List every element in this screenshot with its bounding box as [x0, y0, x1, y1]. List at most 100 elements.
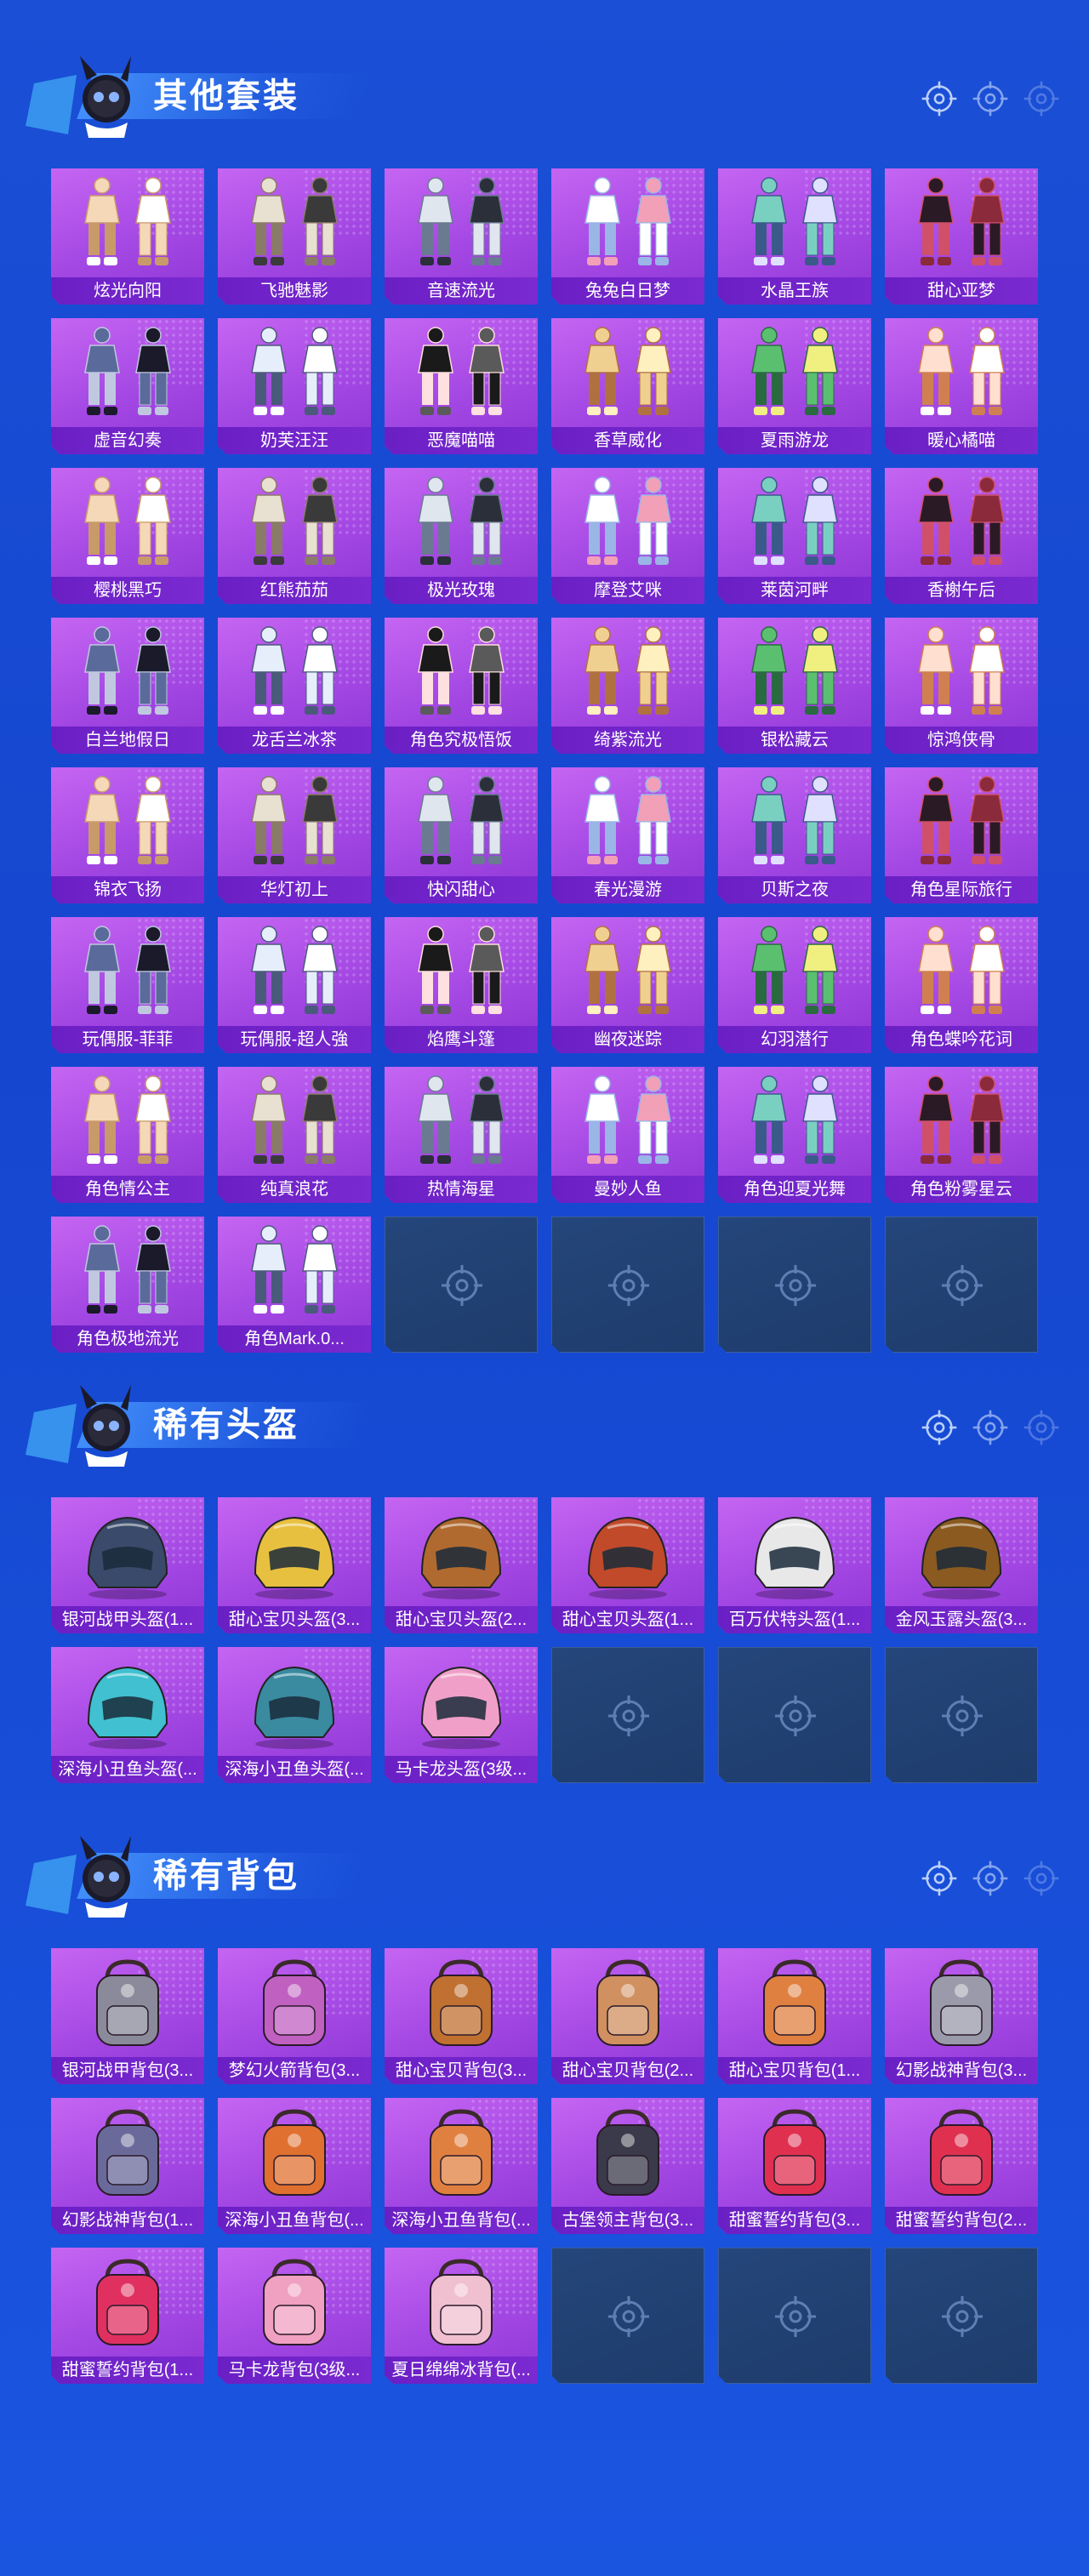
outfit-name: 香榭午后	[885, 577, 1038, 604]
outfit-card[interactable]: 飞驰魅影	[218, 168, 371, 305]
outfit-card[interactable]: 夏雨游龙	[718, 318, 871, 454]
crosshair-icon	[921, 1409, 958, 1446]
backpack-card[interactable]: 甜心宝贝背包(3...	[385, 1948, 538, 2084]
outfit-name: 玩偶服-菲菲	[51, 1026, 204, 1053]
outfit-name: 角色极地流光	[51, 1325, 204, 1353]
outfit-card[interactable]: 银松藏云	[718, 618, 871, 754]
outfit-card[interactable]: 玩偶服-超人強	[218, 917, 371, 1053]
outfit-card[interactable]: 摩登艾咪	[551, 468, 704, 604]
helmet-image	[902, 1502, 1021, 1603]
outfit-card[interactable]: 樱桃黑巧	[51, 468, 204, 604]
backpack-name: 甜蜜誓约背包(3...	[718, 2207, 871, 2234]
outfit-image	[568, 922, 687, 1023]
outfit-card[interactable]: 恶魔喵喵	[385, 318, 538, 454]
outfit-card[interactable]: 兔兔白日梦	[551, 168, 704, 305]
backpack-card[interactable]: 古堡领主背包(3...	[551, 2098, 704, 2234]
outfit-name: 惊鸿侠骨	[885, 727, 1038, 754]
helmet-card[interactable]: 马卡龙头盔(3级...	[385, 1647, 538, 1783]
outfit-card[interactable]: 奶芙汪汪	[218, 318, 371, 454]
backpack-card[interactable]: 甜蜜誓约背包(2...	[885, 2098, 1038, 2234]
backpack-card[interactable]: 夏日绵绵冰背包(...	[385, 2248, 538, 2384]
backpack-image	[235, 2103, 354, 2203]
outfit-name: 红熊茄茄	[218, 577, 371, 604]
outfit-card[interactable]: 甜心亚梦	[885, 168, 1038, 305]
outfit-name: 曼妙人鱼	[551, 1176, 704, 1203]
outfit-image	[902, 473, 1021, 573]
backpack-card[interactable]: 深海小丑鱼背包(...	[385, 2098, 538, 2234]
backpack-name: 甜蜜誓约背包(2...	[885, 2207, 1038, 2234]
helmet-name: 百万伏特头盔(1...	[718, 1606, 871, 1633]
outfit-card[interactable]: 水晶王族	[718, 168, 871, 305]
outfit-card[interactable]: 莱茵河畔	[718, 468, 871, 604]
outfit-card[interactable]: 绮紫流光	[551, 618, 704, 754]
backpack-image	[235, 1953, 354, 2054]
outfit-card[interactable]: 角色星际旅行	[885, 767, 1038, 903]
helmet-image	[68, 1652, 187, 1752]
empty-slot	[551, 1217, 704, 1353]
backpack-card[interactable]: 深海小丑鱼背包(...	[218, 2098, 371, 2234]
outfit-image	[735, 323, 854, 424]
outfit-card[interactable]: 虚音幻奏	[51, 318, 204, 454]
outfit-card[interactable]: 锦衣飞扬	[51, 767, 204, 903]
helmet-card[interactable]: 百万伏特头盔(1...	[718, 1497, 871, 1633]
outfit-name: 恶魔喵喵	[385, 427, 538, 454]
backpack-name: 深海小丑鱼背包(...	[218, 2207, 371, 2234]
outfit-card[interactable]: 贝斯之夜	[718, 767, 871, 903]
backpack-card[interactable]: 甜心宝贝背包(2...	[551, 1948, 704, 2084]
helmet-card[interactable]: 金风玉露头盔(3...	[885, 1497, 1038, 1633]
outfit-card[interactable]: 春光漫游	[551, 767, 704, 903]
outfit-card[interactable]: 曼妙人鱼	[551, 1067, 704, 1203]
outfit-card[interactable]: 香草威化	[551, 318, 704, 454]
outfit-card[interactable]: 炫光向阳	[51, 168, 204, 305]
helmet-card[interactable]: 深海小丑鱼头盔(...	[218, 1647, 371, 1783]
backpack-card[interactable]: 幻影战神背包(3...	[885, 1948, 1038, 2084]
outfit-card[interactable]: 红熊茄茄	[218, 468, 371, 604]
backpack-card[interactable]: 甜蜜誓约背包(1...	[51, 2248, 204, 2384]
outfit-card[interactable]: 极光玫瑰	[385, 468, 538, 604]
outfit-image	[235, 922, 354, 1023]
helmet-card[interactable]: 深海小丑鱼头盔(...	[51, 1647, 204, 1783]
outfit-card[interactable]: 华灯初上	[218, 767, 371, 903]
outfit-card[interactable]: 音速流光	[385, 168, 538, 305]
outfit-card[interactable]: 角色蝶吟花词	[885, 917, 1038, 1053]
backpack-card[interactable]: 甜心宝贝背包(1...	[718, 1948, 871, 2084]
outfit-card[interactable]: 角色情公主	[51, 1067, 204, 1203]
outfit-card[interactable]: 纯真浪花	[218, 1067, 371, 1203]
outfit-card[interactable]: 角色Mark.0...	[218, 1217, 371, 1353]
helmet-card[interactable]: 甜心宝贝头盔(2...	[385, 1497, 538, 1633]
crosshair-icon	[773, 1694, 818, 1738]
empty-slot	[718, 1217, 871, 1353]
outfit-card[interactable]: 角色极地流光	[51, 1217, 204, 1353]
outfit-card[interactable]: 幻羽潜行	[718, 917, 871, 1053]
outfit-card[interactable]: 龙舌兰冰茶	[218, 618, 371, 754]
outfit-card[interactable]: 角色粉雾星云	[885, 1067, 1038, 1203]
outfit-card[interactable]: 热情海星	[385, 1067, 538, 1203]
outfit-card[interactable]: 暖心橘喵	[885, 318, 1038, 454]
outfit-card[interactable]: 幽夜迷踪	[551, 917, 704, 1053]
mascot-icon	[26, 1378, 145, 1472]
backpack-card[interactable]: 甜蜜誓约背包(3...	[718, 2098, 871, 2234]
helmet-card[interactable]: 甜心宝贝头盔(1...	[551, 1497, 704, 1633]
helmet-image	[235, 1502, 354, 1603]
helmet-card[interactable]: 银河战甲头盔(1...	[51, 1497, 204, 1633]
outfit-card[interactable]: 玩偶服-菲菲	[51, 917, 204, 1053]
outfit-card[interactable]: 惊鸿侠骨	[885, 618, 1038, 754]
backpack-card[interactable]: 梦幻火箭背包(3...	[218, 1948, 371, 2084]
backpack-image	[402, 2253, 521, 2353]
backpack-card[interactable]: 幻影战神背包(1...	[51, 2098, 204, 2234]
outfit-image	[568, 1072, 687, 1172]
outfit-name: 华灯初上	[218, 876, 371, 903]
outfit-name: 纯真浪花	[218, 1176, 371, 1203]
backpack-card[interactable]: 马卡龙背包(3级...	[218, 2248, 371, 2384]
helmet-card[interactable]: 甜心宝贝头盔(3...	[218, 1497, 371, 1633]
backpack-card[interactable]: 银河战甲背包(3...	[51, 1948, 204, 2084]
outfit-card[interactable]: 角色究极悟饭	[385, 618, 538, 754]
outfit-card[interactable]: 角色迎夏光舞	[718, 1067, 871, 1203]
outfit-card[interactable]: 白兰地假日	[51, 618, 204, 754]
crosshair-icon	[940, 1263, 984, 1308]
outfit-card[interactable]: 香榭午后	[885, 468, 1038, 604]
outfit-card[interactable]: 焰鹰斗篷	[385, 917, 538, 1053]
outfit-card[interactable]: 快闪甜心	[385, 767, 538, 903]
outfit-image	[402, 1072, 521, 1172]
crosshair-icon	[607, 1263, 651, 1308]
